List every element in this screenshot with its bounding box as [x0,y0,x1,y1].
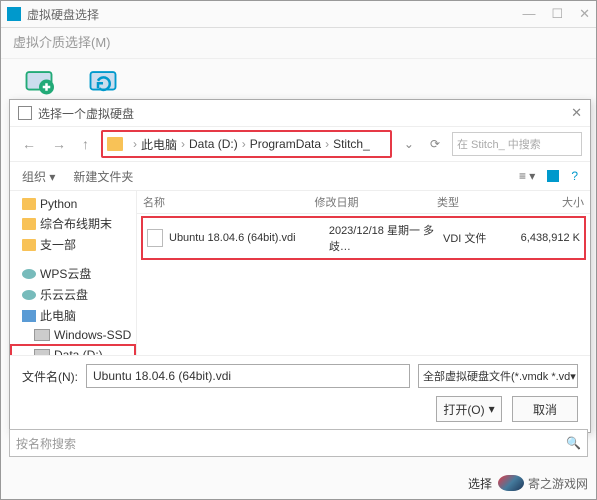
crumb-thispc[interactable]: 此电脑 [141,136,177,153]
dialog-toolbar: 组织 ▾ 新建文件夹 ≡ ▾ ? [10,162,590,191]
col-name[interactable]: 名称 [143,194,315,210]
organize-button[interactable]: 组织 ▾ [22,168,55,185]
search-placeholder: 按名称搜索 [16,435,76,452]
app-icon [7,7,21,21]
dialog-content: Python 综合布线期末 支一部 WPS云盘 乐云云盘 此电脑 Windows… [10,191,590,355]
file-date: 2023/12/18 星期一 多歧… [329,222,443,254]
file-dialog: 选择一个虚拟硬盘 ✕ ← → ↑ › 此电脑 › Data (D:) › Pro… [9,99,591,433]
col-date[interactable]: 修改日期 [315,194,438,210]
tree-item-zyb[interactable]: 支一部 [10,234,136,255]
search-glass-icon: 🔍 [566,436,581,450]
folder-tree: Python 综合布线期末 支一部 WPS云盘 乐云云盘 此电脑 Windows… [10,191,137,355]
col-type[interactable]: 类型 [437,194,511,210]
folder-icon [107,137,123,151]
filename-row: 文件名(N): Ubuntu 18.04.6 (64bit).vdi 全部虚拟硬… [10,355,590,396]
close-icon[interactable]: ✕ [579,6,590,22]
tree-item-data-selected[interactable]: Data (D:) [10,344,136,355]
window-controls: — ☐ ✕ [522,6,590,22]
maximize-icon[interactable]: ☐ [551,6,563,22]
chevron-right-icon: › [242,137,246,151]
crumb-stitch[interactable]: Stitch_ [333,137,370,151]
tree-item-python[interactable]: Python [10,195,136,213]
tree-item-thispc[interactable]: 此电脑 [10,305,136,326]
up-icon[interactable]: ↑ [78,136,93,152]
file-name: Ubuntu 18.04.6 (64bit).vdi [169,232,329,244]
reload-icon[interactable]: ⟳ [426,137,444,151]
open-button[interactable]: 打开(O) ▾ [436,396,502,422]
name-search-input[interactable]: 按名称搜索 🔍 [9,429,588,457]
chevron-right-icon: › [133,137,137,151]
address-bar-row: ← → ↑ › 此电脑 › Data (D:) › ProgramData › … [10,127,590,162]
dialog-close-icon[interactable]: ✕ [571,105,582,121]
breadcrumb[interactable]: › 此电脑 › Data (D:) › ProgramData › Stitch… [101,130,392,158]
vm-disk-window: 虚拟硬盘选择 — ☐ ✕ 虚拟介质选择(M) 注册(A) 刷新(R) 选择一个虚… [0,0,597,500]
dialog-search-input[interactable]: 在 Stitch_ 中搜索 [452,132,582,156]
cancel-button[interactable]: 取消 [512,396,578,422]
status-label: 选择 [468,475,492,492]
tree-item-winssd[interactable]: Windows-SSD [10,326,136,344]
file-type: VDI 文件 [443,230,512,246]
help-icon[interactable]: ? [571,169,578,183]
list-header: 名称 修改日期 类型 大小 [137,191,590,214]
filename-input[interactable]: Ubuntu 18.04.6 (64bit).vdi [86,364,410,388]
crumb-programdata[interactable]: ProgramData [250,137,321,151]
dialog-icon [18,106,32,120]
dialog-title-text: 选择一个虚拟硬盘 [38,105,134,122]
outer-titlebar: 虚拟硬盘选择 — ☐ ✕ [1,1,596,28]
outer-title-text: 虚拟硬盘选择 [27,6,99,23]
brand-logo-icon [498,475,524,491]
file-icon [147,229,163,247]
filetype-filter[interactable]: 全部虚拟硬盘文件(*.vmdk *.vd▾ [418,364,578,388]
back-icon[interactable]: ← [18,136,40,152]
tree-item-comp[interactable]: 综合布线期末 [10,213,136,234]
dropdown-icon[interactable]: ⌄ [400,137,418,151]
chevron-right-icon: › [181,137,185,151]
list-body: Ubuntu 18.04.6 (64bit).vdi 2023/12/18 星期… [137,214,590,355]
filename-label: 文件名(N): [22,368,78,385]
status-bar: 选择 寄之游戏网 [1,467,596,499]
preview-pane-icon[interactable] [547,170,559,182]
new-folder-button[interactable]: 新建文件夹 [73,168,133,185]
file-row-selected[interactable]: Ubuntu 18.04.6 (64bit).vdi 2023/12/18 星期… [141,216,586,260]
brand-text: 寄之游戏网 [528,475,588,492]
col-size[interactable]: 大小 [511,194,585,210]
outer-menu[interactable]: 虚拟介质选择(M) [1,28,596,59]
chevron-right-icon: › [325,137,329,151]
tree-item-lzy[interactable]: 乐云云盘 [10,284,136,305]
forward-icon[interactable]: → [48,136,70,152]
file-list: 名称 修改日期 类型 大小 Ubuntu 18.04.6 (64bit).vdi… [137,191,590,355]
dialog-titlebar: 选择一个虚拟硬盘 ✕ [10,100,590,127]
view-list-icon[interactable]: ≡ ▾ [519,169,535,183]
minimize-icon[interactable]: — [522,6,535,22]
file-size: 6,438,912 K [512,232,581,244]
crumb-data[interactable]: Data (D:) [189,137,238,151]
dialog-buttons: 打开(O) ▾ 取消 [10,396,590,432]
tree-item-wps[interactable]: WPS云盘 [10,263,136,284]
